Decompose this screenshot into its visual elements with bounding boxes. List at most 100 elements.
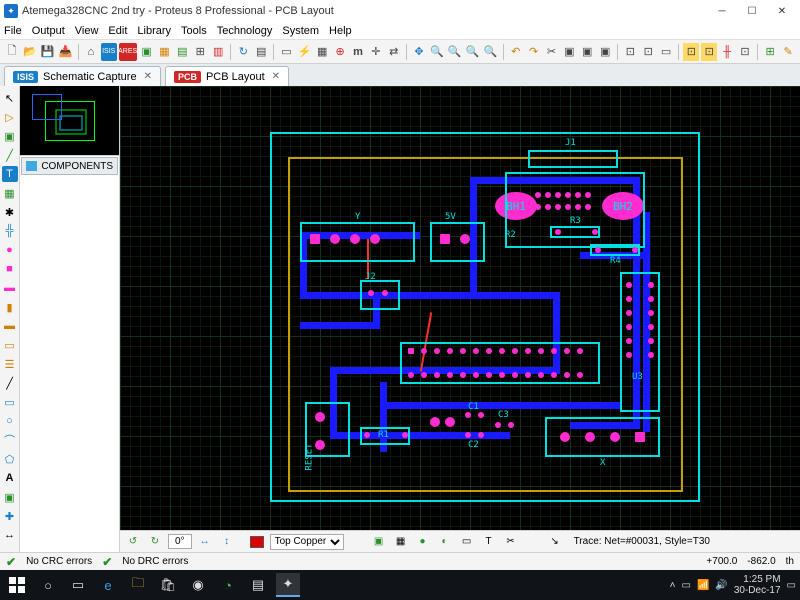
tab-schematic[interactable]: ISIS Schematic Capture ✕ xyxy=(4,66,161,86)
filter1-icon[interactable]: ▣ xyxy=(370,533,388,551)
cut-icon[interactable]: ✂ xyxy=(544,43,560,61)
layer-selector[interactable]: Top Copper xyxy=(270,534,344,550)
rotcw-icon[interactable]: ↻ xyxy=(146,533,164,551)
proteus-taskbar-icon[interactable]: ✦ xyxy=(276,573,300,597)
menu-file[interactable]: File xyxy=(4,25,22,37)
highlight1-icon[interactable]: ⊡ xyxy=(683,43,699,61)
undo-icon[interactable]: ↶ xyxy=(508,43,524,61)
padround-icon[interactable]: ● xyxy=(2,242,18,258)
component-icon[interactable]: ▷ xyxy=(2,109,18,125)
system-tray[interactable]: ˄ ▭ 📶 🔊 1:25 PM 30-Dec-17 ▭ xyxy=(670,574,796,596)
marker-icon[interactable]: ✚ xyxy=(2,508,18,524)
notifications-icon[interactable]: ▭ xyxy=(787,580,796,591)
menu-tools[interactable]: Tools xyxy=(181,25,207,37)
menu-system[interactable]: System xyxy=(282,25,319,37)
pcb-canvas[interactable]: BH1 BH2 J1 Y 5V xyxy=(120,86,800,530)
smd2-icon[interactable]: ▭ xyxy=(2,337,18,353)
tool5-icon[interactable]: ⊡ xyxy=(737,43,753,61)
filter5-icon[interactable]: ▭ xyxy=(458,533,476,551)
snap-icon[interactable]: ✛ xyxy=(368,43,384,61)
battery-icon[interactable]: ▭ xyxy=(681,580,690,591)
board-icon[interactable]: ▭ xyxy=(278,43,294,61)
tool1-icon[interactable]: ⊡ xyxy=(622,43,638,61)
3d-icon[interactable]: ▣ xyxy=(139,43,155,61)
bom-icon[interactable]: ▤ xyxy=(174,43,190,61)
close-tab-icon[interactable]: ✕ xyxy=(272,71,280,82)
tool6-icon[interactable]: ⊞ xyxy=(762,43,778,61)
cortana-icon[interactable]: ○ xyxy=(36,573,60,597)
padoval-icon[interactable]: ▬ xyxy=(2,280,18,296)
zoomarea-icon[interactable]: 🔍 xyxy=(483,43,499,61)
new-icon[interactable]: 🗋 xyxy=(4,43,20,61)
probe-icon[interactable]: ↘ xyxy=(546,533,564,551)
close-button[interactable] xyxy=(768,2,796,20)
taskview-icon[interactable]: ▭ xyxy=(66,573,90,597)
grid-icon[interactable]: ▦ xyxy=(314,43,330,61)
highlight2-icon[interactable]: ⊡ xyxy=(701,43,717,61)
gerber-icon[interactable]: ▦ xyxy=(157,43,173,61)
line-icon[interactable]: ╱ xyxy=(2,375,18,391)
menu-output[interactable]: Output xyxy=(32,25,65,37)
filter2-icon[interactable]: ▦ xyxy=(392,533,410,551)
toggle-icon[interactable]: ⇄ xyxy=(386,43,402,61)
fliph-icon[interactable]: ↔ xyxy=(196,533,214,551)
store-icon[interactable]: 🛍 xyxy=(156,573,180,597)
zone-icon[interactable]: ▦ xyxy=(2,185,18,201)
smd1-icon[interactable]: ▬ xyxy=(2,318,18,334)
ratsnest-icon[interactable]: ✱ xyxy=(2,204,18,220)
wifi-icon[interactable]: 📶 xyxy=(697,580,709,591)
dimension-icon[interactable]: ↔ xyxy=(2,527,18,543)
redo-icon[interactable]: ↷ xyxy=(526,43,542,61)
save-icon[interactable]: 💾 xyxy=(40,43,56,61)
center-icon[interactable]: ✥ xyxy=(411,43,427,61)
taskbar-clock[interactable]: 1:25 PM 30-Dec-17 xyxy=(734,574,781,596)
maximize-button[interactable] xyxy=(738,2,766,20)
symbol-icon[interactable]: ▣ xyxy=(2,489,18,505)
filter7-icon[interactable]: ✂ xyxy=(502,533,520,551)
origins-icon[interactable]: ⊕ xyxy=(332,43,348,61)
chrome-icon[interactable]: ◉ xyxy=(186,573,210,597)
tray-up-icon[interactable]: ˄ xyxy=(670,580,676,591)
padpoly-icon[interactable]: ▮ xyxy=(2,299,18,315)
text-icon[interactable]: A xyxy=(2,470,18,486)
app2-icon[interactable]: ▤ xyxy=(246,573,270,597)
tool7-icon[interactable]: ✎ xyxy=(780,43,796,61)
track-icon[interactable]: ╱ xyxy=(2,147,18,163)
zoomin-icon[interactable]: 🔍 xyxy=(429,43,445,61)
layers-icon[interactable]: ▤ xyxy=(253,43,269,61)
app1-icon[interactable]: ◔ xyxy=(216,573,240,597)
ares-icon[interactable]: ARES xyxy=(119,43,137,61)
path-icon[interactable]: ⬠ xyxy=(2,451,18,467)
rect-icon[interactable]: ▭ xyxy=(2,394,18,410)
select-icon[interactable]: ↖ xyxy=(2,90,18,106)
padsquare-icon[interactable]: ■ xyxy=(2,261,18,277)
flipv-icon[interactable]: ↕ xyxy=(218,533,236,551)
tab-pcb[interactable]: PCB PCB Layout ✕ xyxy=(165,66,289,86)
stack-icon[interactable]: ☰ xyxy=(2,356,18,372)
close-tab-icon[interactable]: ✕ xyxy=(144,71,152,82)
explorer-icon[interactable]: 🗀 xyxy=(126,573,150,597)
autoroute-icon[interactable]: ⚡ xyxy=(296,43,312,61)
menu-view[interactable]: View xyxy=(75,25,99,37)
conn-icon[interactable]: ╬ xyxy=(2,223,18,239)
drill-icon[interactable]: ⊞ xyxy=(192,43,208,61)
copy2-icon[interactable]: ▣ xyxy=(579,43,595,61)
overview-thumbnail[interactable] xyxy=(20,86,119,156)
filter6-icon[interactable]: T xyxy=(480,533,498,551)
isis-icon[interactable]: ISIS xyxy=(101,43,117,61)
filter3-icon[interactable]: ● xyxy=(414,533,432,551)
rotccw-icon[interactable]: ↺ xyxy=(124,533,142,551)
filter4-icon[interactable]: ◐ xyxy=(436,533,454,551)
home-icon[interactable]: ⌂ xyxy=(83,43,99,61)
open-icon[interactable]: 📂 xyxy=(22,43,38,61)
measure-icon[interactable]: m xyxy=(350,43,366,61)
minimize-button[interactable] xyxy=(708,2,736,20)
report-icon[interactable]: ▥ xyxy=(210,43,226,61)
menu-help[interactable]: Help xyxy=(329,25,352,37)
arc-icon[interactable]: ⌒ xyxy=(2,432,18,448)
refresh-icon[interactable]: ↻ xyxy=(235,43,251,61)
tool3-icon[interactable]: ▭ xyxy=(658,43,674,61)
start-button[interactable] xyxy=(4,572,30,598)
volume-icon[interactable]: 🔊 xyxy=(715,580,727,591)
paste-icon[interactable]: ▣ xyxy=(597,43,613,61)
